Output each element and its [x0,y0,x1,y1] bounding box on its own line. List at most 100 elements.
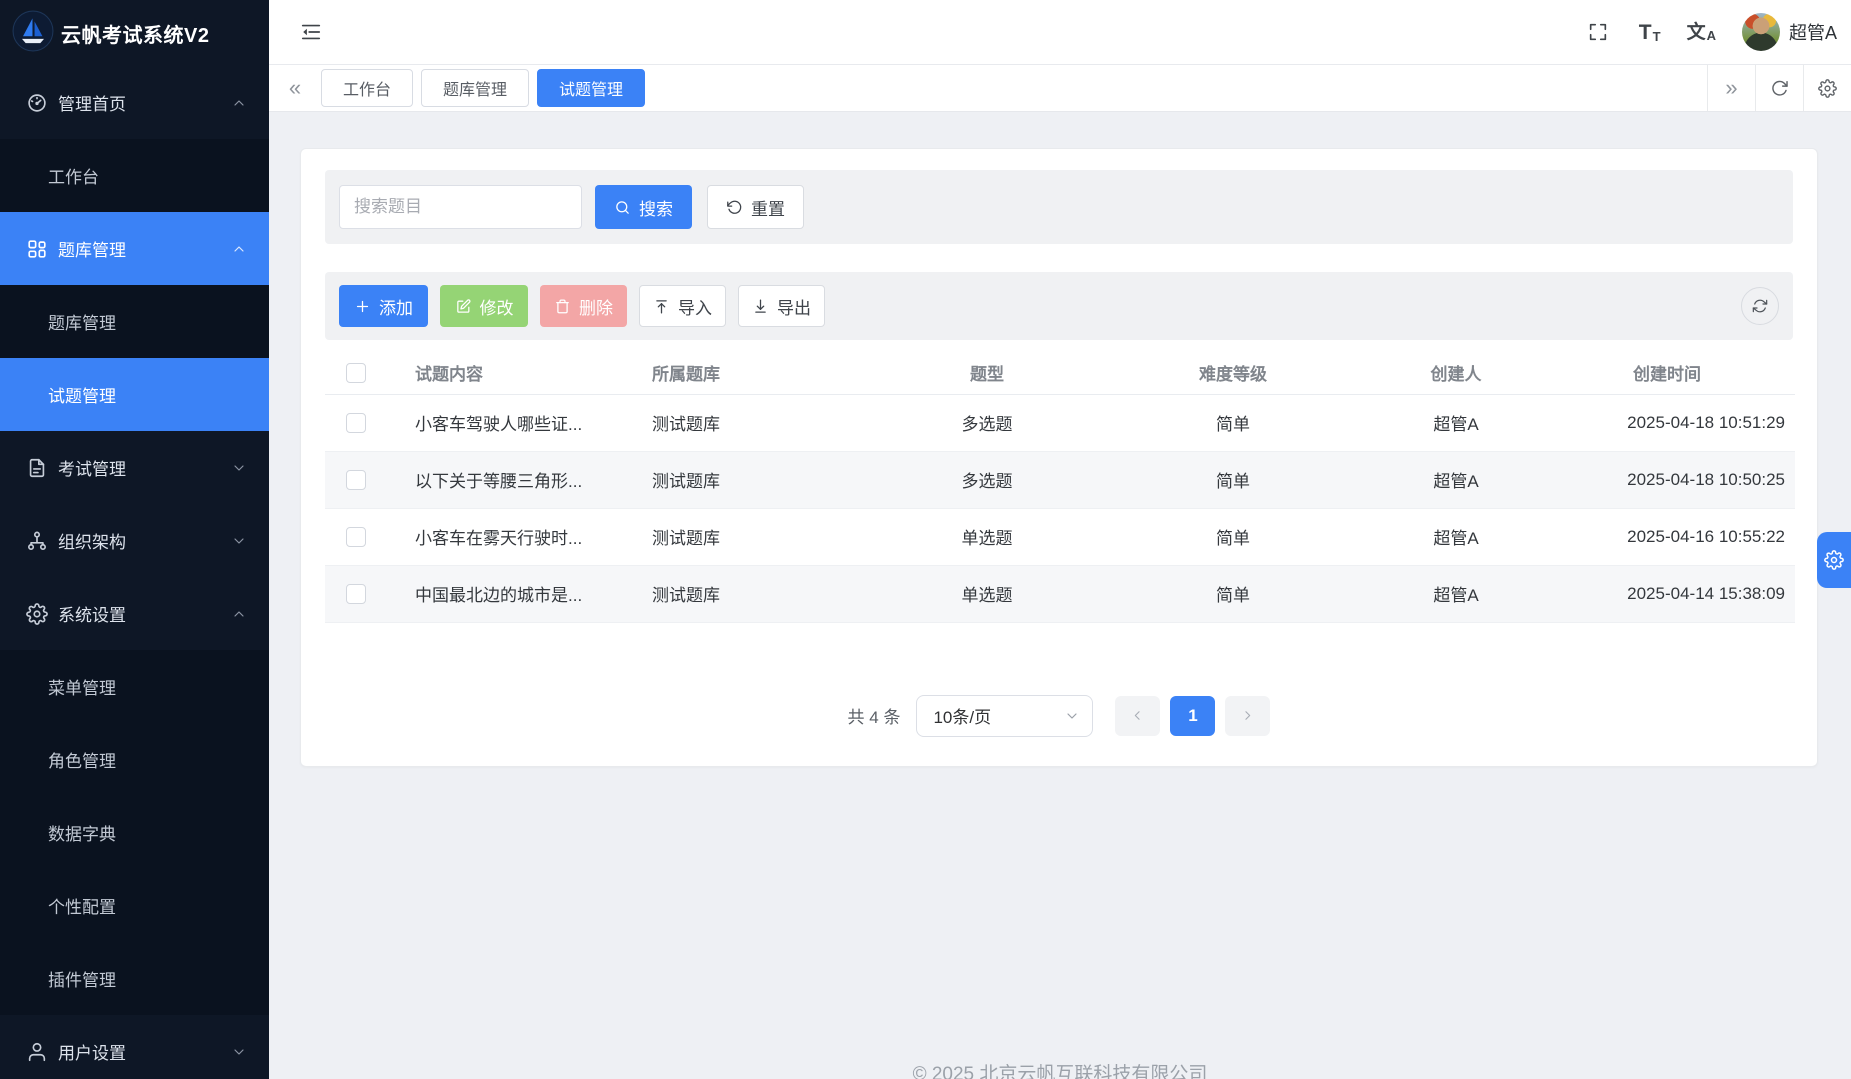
export-button[interactable]: 导出 [738,285,825,327]
top-header: TT 文A 超管A [269,0,1851,65]
chevron-down-icon [231,460,247,476]
delete-button[interactable]: 删除 [540,285,627,327]
page-size-select[interactable]: 10条/页 [916,695,1093,737]
tabs: 工作台 题库管理 试题管理 [321,65,645,111]
fullscreen-icon[interactable] [1583,17,1613,47]
footer-copyright: © 2025 北京云帆互联科技有限公司 [269,1059,1851,1079]
sailboat-logo-icon [12,10,54,57]
sidebar-item-question-management[interactable]: 试题管理 [0,358,269,431]
sidebar-item-label: 用户设置 [58,1039,126,1064]
sidebar-item-personalization[interactable]: 个性配置 [0,869,269,942]
table-row: 小客车驾驶人哪些证... 测试题库 多选题 简单 超管A 2025-04-18 … [325,394,1795,451]
table-header-row: 试题内容 所属题库 题型 难度等级 创建人 创建时间 [325,352,1795,394]
user-name: 超管A [1789,19,1837,45]
sidebar-item-label: 角色管理 [48,747,116,772]
tabs-scroll-right-icon[interactable]: » [1707,65,1755,111]
import-button[interactable]: 导入 [639,285,726,327]
avatar [1742,13,1780,51]
sidebar-item-bank-management[interactable]: 题库管理 [0,285,269,358]
app-root: 云帆考试系统V2 管理首页 工作台 题库管理 [0,0,1851,1079]
app-logo: 云帆考试系统V2 [0,0,269,66]
sidebar-item-user-settings[interactable]: 用户设置 [0,1015,269,1079]
add-button[interactable]: 添加 [339,285,428,327]
chevron-right-icon [1240,708,1255,723]
sidebar-item-role-management[interactable]: 角色管理 [0,723,269,796]
column-header-difficulty: 难度等级 [1093,352,1373,394]
pagination: 共 4 条 10条/页 1 [325,695,1793,737]
sidebar-item-plugin-management[interactable]: 插件管理 [0,942,269,1015]
org-chart-icon [25,529,49,553]
main-area: TT 文A 超管A « 工作台 题库管理 试题管理 » [269,0,1851,1079]
submenu-admin-home: 工作台 [0,139,269,212]
dashboard-icon [25,91,49,115]
document-icon [25,456,49,480]
theme-settings-gear-icon[interactable] [1817,532,1851,588]
search-button[interactable]: 搜索 [595,185,692,229]
chevron-down-icon [231,533,247,549]
tabs-scroll-left-icon[interactable]: « [269,65,321,111]
sidebar-menu: 管理首页 工作台 题库管理 题库管理 试题管理 [0,66,269,1079]
tab-question-management[interactable]: 试题管理 [537,69,645,107]
tab-bank-management[interactable]: 题库管理 [421,69,529,107]
question-list-card: 搜索 重置 添加 修改 [300,148,1818,767]
row-checkbox[interactable] [346,470,366,490]
chevron-up-icon [231,241,247,257]
download-icon [752,298,769,315]
question-table: 试题内容 所属题库 题型 难度等级 创建人 创建时间 小客车驾驶人哪些证... [325,352,1795,623]
tab-controls: » [1707,65,1851,111]
pagination-total: 共 4 条 [848,703,901,728]
grid-icon [25,237,49,261]
table-row: 小客车在雾天行驶时... 测试题库 单选题 简单 超管A 2025-04-16 … [325,508,1795,565]
sidebar-item-admin-home[interactable]: 管理首页 [0,66,269,139]
page-content: 搜索 重置 添加 修改 [269,112,1851,1079]
prev-page-button[interactable] [1115,696,1160,736]
select-all-checkbox[interactable] [346,363,366,383]
refresh-page-icon[interactable] [1755,65,1803,111]
page-number-button[interactable]: 1 [1170,696,1215,736]
row-checkbox[interactable] [346,527,366,547]
reset-button[interactable]: 重置 [707,185,804,229]
upload-icon [653,298,670,315]
collapse-sidebar-icon[interactable] [296,17,326,47]
sidebar-item-label: 考试管理 [58,455,126,480]
sidebar-item-question-bank-mgmt[interactable]: 题库管理 [0,212,269,285]
plus-icon [354,298,371,315]
font-size-icon[interactable]: TT [1639,22,1661,43]
sidebar-item-label: 题库管理 [58,236,126,261]
submenu-system-settings: 菜单管理 角色管理 数据字典 个性配置 插件管理 [0,650,269,1015]
translate-icon[interactable]: 文A [1687,23,1716,42]
tab-bar: « 工作台 题库管理 试题管理 » [269,65,1851,112]
sidebar-item-label: 试题管理 [48,382,116,407]
sidebar-item-organization[interactable]: 组织架构 [0,504,269,577]
edit-icon [455,298,472,315]
next-page-button[interactable] [1225,696,1270,736]
table-row: 以下关于等腰三角形... 测试题库 多选题 简单 超管A 2025-04-18 … [325,451,1795,508]
sidebar-item-label: 数据字典 [48,820,116,845]
sidebar-item-label: 组织架构 [58,528,126,553]
column-header-bank: 所属题库 [638,352,881,394]
layout-settings-gear-icon[interactable] [1803,65,1851,111]
sidebar-item-workbench[interactable]: 工作台 [0,139,269,212]
sidebar-item-label: 题库管理 [48,309,116,334]
gear-icon [25,602,49,626]
tab-workbench[interactable]: 工作台 [321,69,413,107]
column-header-type: 题型 [881,352,1093,394]
toolbar: 添加 修改 删除 导入 [325,272,1793,340]
sidebar-item-menu-management[interactable]: 菜单管理 [0,650,269,723]
refresh-table-icon[interactable] [1741,287,1779,325]
sidebar-item-system-settings[interactable]: 系统设置 [0,577,269,650]
sidebar-item-data-dictionary[interactable]: 数据字典 [0,796,269,869]
user-menu[interactable]: 超管A [1742,13,1837,51]
search-input[interactable] [339,185,582,229]
sidebar-item-label: 工作台 [48,163,99,188]
row-checkbox[interactable] [346,584,366,604]
chevron-up-icon [231,606,247,622]
row-checkbox[interactable] [346,413,366,433]
chevron-down-icon [1064,708,1080,724]
edit-button[interactable]: 修改 [440,285,528,327]
column-header-creator: 创建人 [1373,352,1539,394]
trash-icon [554,298,571,315]
column-header-content: 试题内容 [387,352,638,394]
chevron-up-icon [231,95,247,111]
sidebar-item-exam-mgmt[interactable]: 考试管理 [0,431,269,504]
